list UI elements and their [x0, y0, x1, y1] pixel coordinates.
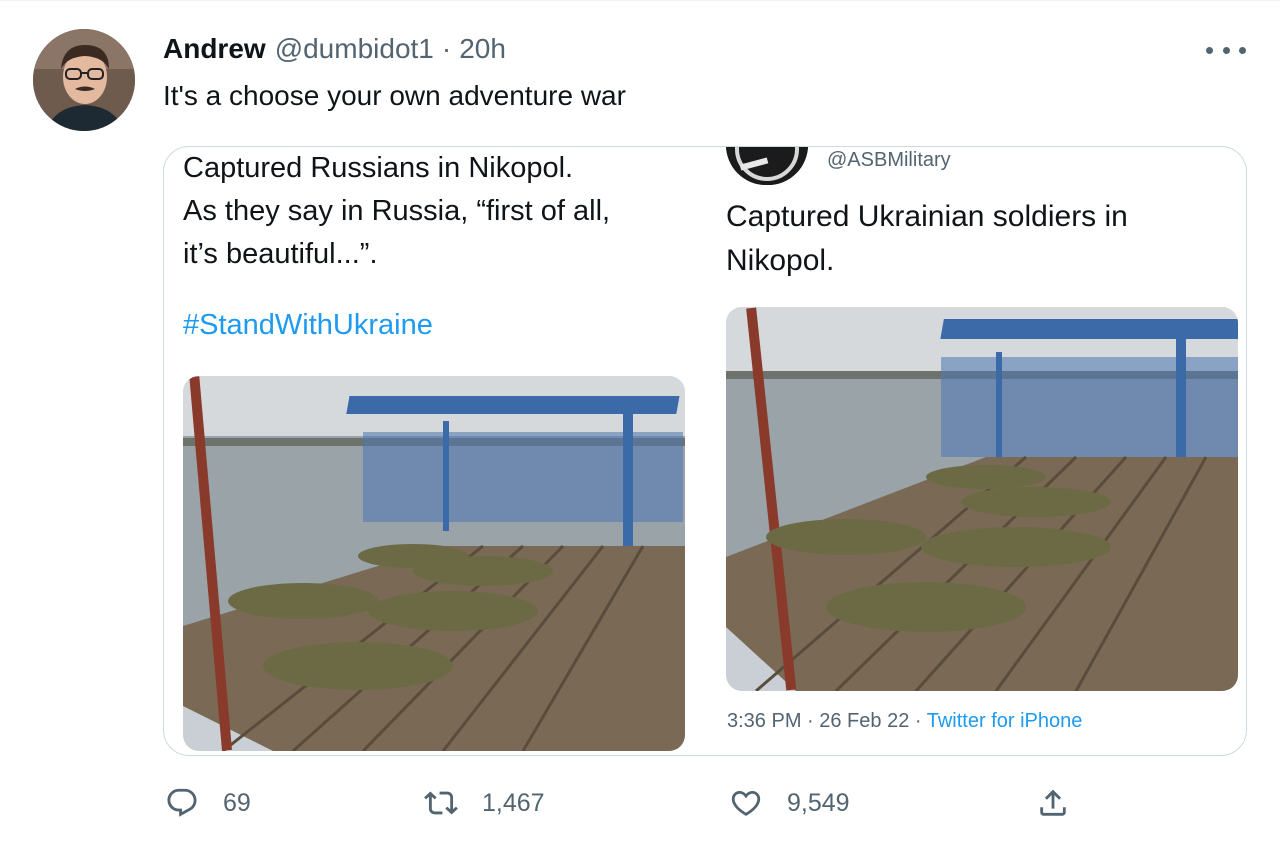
like-button[interactable]: 9,549	[729, 786, 850, 820]
top-divider	[0, 0, 1280, 1]
retweet-count: 1,467	[482, 788, 545, 817]
more-dot	[1239, 46, 1246, 54]
hashtag-link[interactable]: #StandWithUkraine	[183, 309, 433, 342]
tweet-header: Andrew @dumbidot1 · 20h	[163, 33, 506, 69]
right-screenshot-text: Captured Ukrainian soldiers in Nikopol.	[726, 195, 1128, 283]
left-text-line: As they say in Russia, “first of all,	[183, 195, 611, 227]
quoted-meta: 3:36 PM · 26 Feb 22 · Twitter for iPhone	[727, 710, 1082, 733]
retweet-arrows-icon	[424, 791, 458, 815]
reply-button[interactable]: 69	[165, 786, 251, 820]
left-screenshot-text: Captured Russians in Nikopol. As they sa…	[183, 147, 703, 276]
share-button[interactable]	[1036, 786, 1070, 820]
left-pier-photo[interactable]	[183, 376, 685, 751]
quoted-source: Twitter for iPhone	[926, 710, 1083, 732]
header-separator: ·	[441, 33, 452, 64]
right-pier-photo[interactable]	[726, 307, 1238, 691]
tweet-text: It's a choose your own adventure war	[163, 80, 626, 111]
heart-icon	[731, 790, 761, 816]
left-text-line: Captured Russians in Nikopol.	[183, 152, 574, 184]
tweet-timestamp[interactable]: 20h	[459, 33, 506, 65]
author-handle[interactable]: @dumbidot1	[275, 33, 434, 65]
retweet-button[interactable]: 1,467	[424, 786, 545, 820]
share-upload-icon	[1040, 789, 1066, 816]
asb-logo-graphic	[726, 147, 808, 185]
author-avatar[interactable]	[33, 29, 135, 131]
pier-photo-graphic	[726, 307, 1238, 691]
avatar-photo	[33, 29, 135, 131]
right-text-line: Captured Ukrainian soldiers in	[726, 200, 1128, 233]
more-dots-icon[interactable]	[1206, 36, 1246, 64]
more-dot	[1206, 46, 1213, 54]
reply-count: 69	[223, 788, 251, 817]
attached-image[interactable]: Captured Russians in Nikopol. As they sa…	[163, 146, 1247, 756]
pier-photo-graphic	[183, 376, 685, 751]
right-text-line: Nikopol.	[726, 244, 835, 277]
speech-bubble-icon	[167, 788, 197, 817]
left-text-line: it’s beautiful...”.	[183, 238, 378, 270]
more-dot	[1222, 46, 1230, 54]
quoted-timestamp: 3:36 PM · 26 Feb 22 ·	[727, 710, 927, 732]
like-count: 9,549	[787, 788, 850, 817]
author-name[interactable]: Andrew	[163, 33, 266, 65]
quoted-handle: @ASBMilitary	[827, 149, 951, 171]
asbmilitary-avatar	[726, 147, 808, 185]
action-bar: 69 1,467 9,549	[0, 786, 1280, 826]
